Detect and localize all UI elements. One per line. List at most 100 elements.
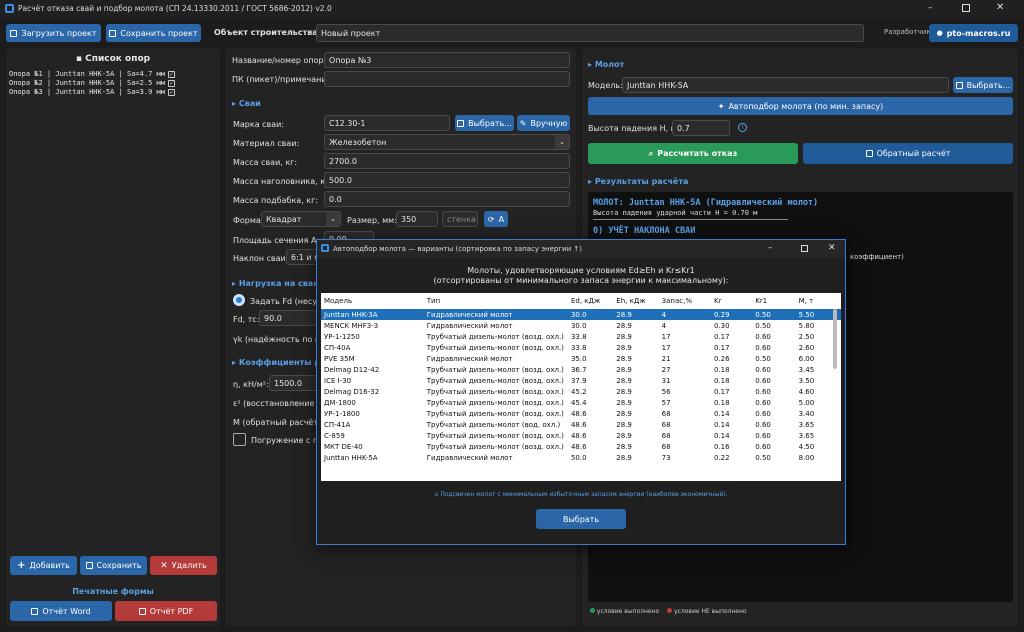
table-cell: 28.9: [616, 365, 632, 374]
fd-input[interactable]: 90.0: [259, 310, 319, 326]
sub-mass-label: Масса подбабка, кг:: [233, 196, 319, 205]
column-header[interactable]: M, т: [796, 293, 841, 309]
table-row[interactable]: С-859 Трубчатый дизель-молот (возд. охл.)…: [321, 430, 841, 441]
table-cell: 30.0: [570, 321, 587, 330]
minimize-button[interactable]: –: [928, 3, 940, 13]
name-input[interactable]: Опора №3: [324, 52, 570, 68]
column-header[interactable]: Тип: [424, 293, 568, 309]
table-cell: 57: [661, 398, 671, 407]
add-support-button[interactable]: + Добавить: [10, 556, 77, 575]
table-cell: УР-1-1800: [324, 409, 360, 418]
table-row[interactable]: МКТ DE-40 Трубчатый дизель-молот (возд. о…: [321, 441, 841, 452]
auto-select-dialog: Автоподбор молота — варианты (сортировка…: [316, 239, 846, 545]
fd-radio[interactable]: [233, 294, 245, 306]
mass-input[interactable]: 2700.0: [324, 153, 570, 169]
list-item[interactable]: Опора №1 | Junttan HHK-5A | Sa=4.7 мм ✓: [9, 70, 175, 79]
table-cell: Гидравлический молот: [426, 321, 513, 330]
dialog-app-icon: [321, 244, 329, 252]
list-title: ▪ Список опор: [75, 54, 151, 64]
column-header[interactable]: Запас,%: [659, 293, 711, 309]
height-input[interactable]: 0.7: [672, 120, 730, 136]
sub-mass-input[interactable]: 0.0: [324, 191, 570, 207]
table-row[interactable]: ДМ-1800 Трубчатый дизель-молот (возд. охл…: [321, 397, 841, 408]
list-item[interactable]: Опора №2 | Junttan HHK-5A | Sa=2.5 мм ✓: [9, 79, 175, 88]
dialog-close-button[interactable]: ✕: [828, 243, 836, 253]
choose-hammer-button[interactable]: Выбрать...: [953, 77, 1013, 93]
shape-select[interactable]: Квадрат ⌄: [261, 211, 341, 227]
dialog-note: ▫ Подсвечен молот с минимальным избыточн…: [434, 491, 728, 498]
column-header[interactable]: Ed, кДж: [568, 293, 613, 309]
table-cell: 0.17: [714, 332, 730, 341]
table-cell: 21: [661, 354, 671, 363]
choose-pile-button[interactable]: Выбрать...: [455, 115, 514, 131]
table-row[interactable]: УР-1-1250 Трубчатый дизель-молот (возд. о…: [321, 331, 841, 342]
column-header[interactable]: Модель: [321, 293, 424, 309]
pencil-icon: ✎: [519, 118, 527, 128]
list-item[interactable]: Опора №3 | Junttan HHK-5A | Sa=3.9 мм ✓: [9, 88, 175, 97]
dialog-select-button[interactable]: Выбрать: [536, 509, 626, 529]
column-header[interactable]: Kr: [711, 293, 752, 309]
table-cell: Трубчатый дизель-молот (возд. охл.): [426, 365, 564, 374]
table-cell: Junttan HHK-3A: [321, 309, 424, 320]
model-input[interactable]: Junttan HHK-5A: [622, 77, 949, 93]
reverse-calc-button[interactable]: Обратный расчёт: [803, 143, 1013, 164]
checkbox-checked-icon[interactable]: ✓: [167, 70, 175, 78]
pk-input[interactable]: [324, 71, 570, 87]
size-input[interactable]: 350: [396, 211, 438, 227]
column-header[interactable]: Eh, кДж: [613, 293, 658, 309]
table-row[interactable]: Delmag D16-32 Трубчатый дизель-молот (воз…: [321, 386, 841, 397]
info-icon[interactable]: i: [738, 123, 747, 132]
table-cell: Трубчатый дизель-молот (возд. охл.): [426, 442, 564, 451]
grade-input[interactable]: С12.30-1: [324, 115, 450, 131]
table-row[interactable]: СП-40А Трубчатый дизель-молот (возд. охл.…: [321, 342, 841, 353]
dialog-maximize-button[interactable]: [801, 245, 808, 252]
material-select[interactable]: Железобетон ⌄: [324, 134, 570, 150]
hammer-table[interactable]: Модель Тип Ed, кДж Eh, кДж Запас,% Kr Kr…: [321, 293, 841, 481]
word-report-button[interactable]: Отчёт Word: [10, 601, 112, 621]
pdf-report-button[interactable]: Отчёт PDF: [115, 601, 217, 621]
chart-icon: [865, 150, 873, 157]
load-project-button[interactable]: Загрузить проект: [6, 24, 101, 42]
result-tail-text: коэффициент): [850, 253, 904, 261]
load-section-title: ▸ Нагрузка на сваю: [232, 279, 321, 288]
ok-dot-icon: [590, 608, 595, 613]
developer-site-button[interactable]: ● pto-macros.ru: [929, 24, 1018, 42]
calculate-refusal-button[interactable]: ⌕ Рассчитать отказ: [588, 143, 798, 164]
manual-pile-button[interactable]: ✎ Вручную: [517, 115, 570, 131]
table-cell: 0.60: [755, 398, 771, 407]
checkbox-checked-icon[interactable]: ✓: [167, 88, 175, 96]
head-mass-input[interactable]: 500.0: [324, 172, 570, 188]
object-input[interactable]: Новый проект: [316, 24, 864, 42]
table-row[interactable]: PVE 35M Гидравлический молот 35.0 28.9 21 0.2…: [321, 353, 841, 364]
auto-select-hammer-button[interactable]: ✦ Автоподбор молота (по мин. запасу): [588, 97, 1013, 115]
table-cell: Трубчатый дизель-молот (возд. охл.): [426, 332, 564, 341]
table-header-row: Модель Тип Ed, кДж Eh, кДж Запас,% Kr Kr…: [321, 293, 841, 309]
table-cell: Delmag D16-32: [324, 387, 380, 396]
save-project-button[interactable]: Сохранить проект: [106, 24, 201, 42]
table-row[interactable]: Junttan HHK-5A Гидравлический молот 50.0 28…: [321, 452, 841, 463]
table-row[interactable]: СП-41А Трубчатый дизель-молот (вод. охл.)…: [321, 419, 841, 430]
immersion-checkbox[interactable]: [233, 433, 246, 446]
column-header[interactable]: Kr1: [752, 293, 795, 309]
delete-support-button[interactable]: ✕ Удалить: [150, 556, 217, 575]
list-icon: ▪: [75, 54, 83, 64]
table-row[interactable]: УР-1-1800 Трубчатый дизель-молот (возд. о…: [321, 408, 841, 419]
save-support-button[interactable]: Сохранить: [80, 556, 147, 575]
dialog-minimize-button[interactable]: –: [768, 243, 773, 253]
table-cell: МКТ DE-40: [324, 442, 363, 451]
wall-input[interactable]: стенка: [442, 211, 478, 227]
table-row[interactable]: Junttan HHK-3A Гидравлический молот 30.0 28…: [321, 309, 841, 320]
support-list[interactable]: Опора №1 | Junttan HHK-5A | Sa=4.7 мм ✓ О…: [9, 70, 175, 97]
table-row[interactable]: ICE I-30 Трубчатый дизель-молот (возд. ох…: [321, 375, 841, 386]
dialog-title: Автоподбор молота — варианты (сортировка…: [333, 245, 582, 253]
table-row[interactable]: MENCK MHF3-3 Гидравлический молот 30.0 28.9…: [321, 320, 841, 331]
area-calc-button[interactable]: ⟳ A: [484, 211, 508, 227]
eta-input[interactable]: 1500.0: [269, 375, 319, 391]
maximize-button[interactable]: [962, 4, 970, 12]
table-scrollbar[interactable]: [833, 309, 837, 369]
result-incline-heading: 0) УЧЁТ НАКЛОНА СВАИ: [593, 226, 696, 236]
table-row[interactable]: Delmag D12-42 Трубчатый дизель-молот (воз…: [321, 364, 841, 375]
checkbox-checked-icon[interactable]: ✓: [167, 79, 175, 87]
table-cell: 28.9: [616, 343, 632, 352]
close-button[interactable]: ✕: [996, 2, 1004, 13]
